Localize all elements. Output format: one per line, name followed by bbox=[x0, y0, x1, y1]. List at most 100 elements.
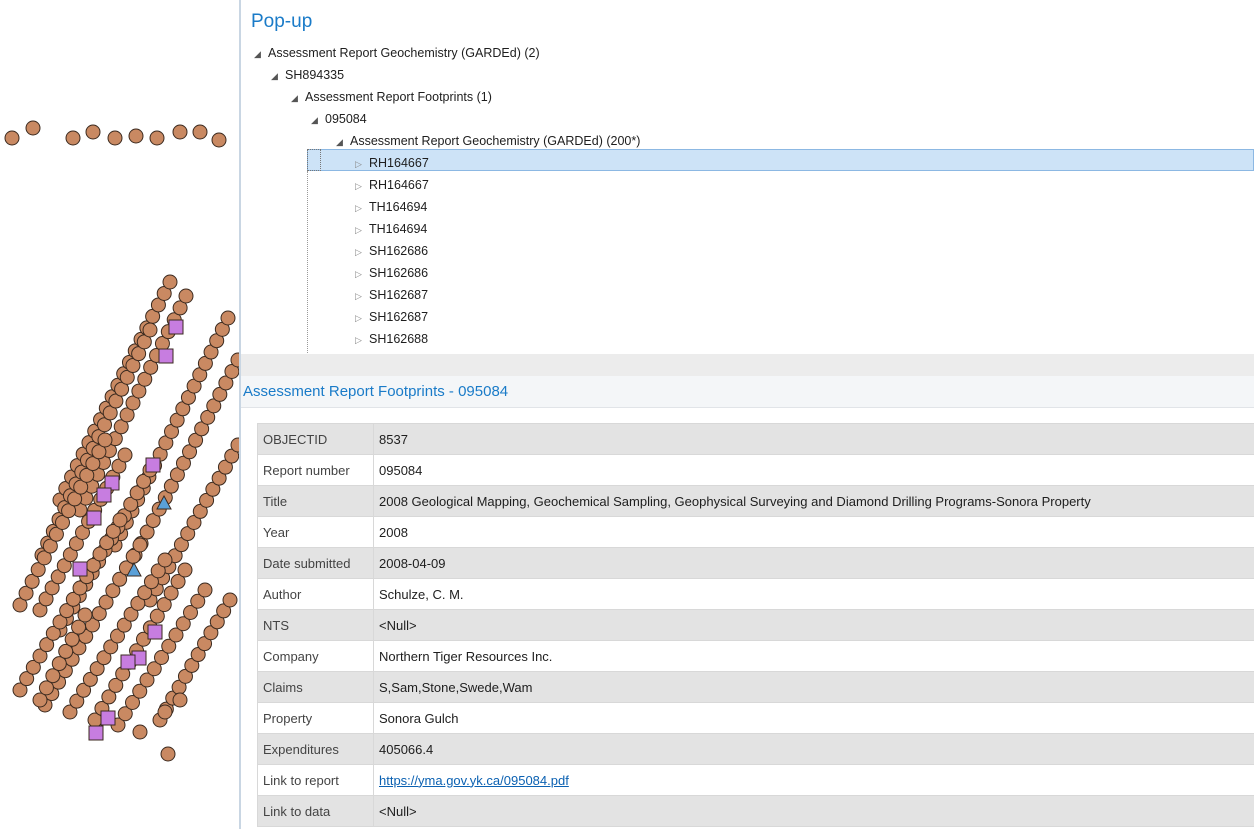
tree-node-label: SH162688 bbox=[369, 332, 429, 346]
sample-point-circle[interactable] bbox=[192, 124, 208, 140]
sample-point-circle[interactable] bbox=[157, 552, 173, 568]
tree-node-geochem-root[interactable]: ◢ Assessment Report Geochemistry (GARDEd)… bbox=[254, 42, 540, 64]
sample-point-circle[interactable] bbox=[128, 128, 144, 144]
expand-arrow-icon[interactable]: ◢ bbox=[311, 109, 325, 131]
sample-point-circle[interactable] bbox=[107, 130, 123, 146]
tree-node-sh894335[interactable]: ◢ SH894335 bbox=[271, 64, 344, 86]
sample-point-square[interactable] bbox=[86, 510, 102, 526]
attribute-table: OBJECTID 8537 Report number 095084 Title 20… bbox=[257, 423, 1254, 827]
selected-tree-row[interactable] bbox=[307, 149, 1254, 171]
sample-point-square[interactable] bbox=[100, 710, 116, 726]
sample-point-circle[interactable] bbox=[178, 288, 194, 304]
tree-node-footprints[interactable]: ◢ Assessment Report Footprints (1) bbox=[291, 86, 492, 108]
sample-point-circle[interactable] bbox=[117, 447, 133, 463]
expand-arrow-icon[interactable]: ◢ bbox=[336, 131, 350, 153]
tree-node-geochem-child[interactable]: ◢ Assessment Report Geochemistry (GARDEd)… bbox=[336, 130, 640, 152]
sample-point-circle[interactable] bbox=[4, 130, 20, 146]
sample-point-square[interactable] bbox=[145, 457, 161, 473]
tree-node-sample[interactable]: ▷ SH162687 bbox=[355, 306, 428, 328]
sample-point-square[interactable] bbox=[158, 348, 174, 364]
sample-point-square[interactable] bbox=[147, 624, 163, 640]
focus-box bbox=[307, 149, 321, 171]
sample-point-square[interactable] bbox=[120, 654, 136, 670]
sample-point-circle[interactable] bbox=[177, 562, 193, 578]
collapsed-arrow-icon[interactable]: ▷ bbox=[355, 329, 369, 351]
field-name: Author bbox=[257, 578, 374, 610]
collapsed-arrow-icon[interactable]: ▷ bbox=[355, 175, 369, 197]
sample-point-circle[interactable] bbox=[77, 607, 93, 623]
table-row: Link to report https://yma.gov.yk.ca/0950… bbox=[257, 764, 1254, 796]
tree-node-095084[interactable]: ◢ 095084 bbox=[311, 108, 367, 130]
tree-node-label: 095084 bbox=[325, 112, 367, 126]
sample-point-circle[interactable] bbox=[160, 746, 176, 762]
expand-arrow-icon[interactable]: ◢ bbox=[254, 43, 268, 65]
map-view[interactable] bbox=[0, 0, 239, 829]
tree-node-sample[interactable]: ▷ TH164694 bbox=[355, 196, 427, 218]
map-canvas[interactable] bbox=[0, 0, 239, 829]
detail-title: Assessment Report Footprints - 095084 bbox=[241, 376, 1254, 408]
sample-point-circle[interactable] bbox=[112, 512, 128, 528]
field-value: S,Sam,Stone,Swede,Wam bbox=[373, 671, 1254, 703]
tree-node-label: TH164694 bbox=[369, 222, 428, 236]
sample-point-circle[interactable] bbox=[211, 132, 227, 148]
tree-node-sample[interactable]: ▷ SH162686 bbox=[355, 262, 428, 284]
feature-tree: ◢ Assessment Report Geochemistry (GARDEd)… bbox=[241, 42, 1254, 395]
field-value: 2008-04-09 bbox=[373, 547, 1254, 579]
expand-arrow-icon[interactable]: ◢ bbox=[271, 65, 285, 87]
tree-node-label: Assessment Report Geochemistry (GARDEd) … bbox=[350, 134, 641, 148]
sample-point-circle[interactable] bbox=[65, 130, 81, 146]
tree-node-label: TH164694 bbox=[369, 200, 428, 214]
sample-point-circle[interactable] bbox=[25, 120, 41, 136]
table-row: Year 2008 bbox=[257, 516, 1254, 548]
table-row: OBJECTID 8537 bbox=[257, 423, 1254, 455]
sample-point-circle[interactable] bbox=[197, 582, 213, 598]
tree-node-sample[interactable]: ▷ SH162687 bbox=[355, 284, 428, 306]
sample-point-circle[interactable] bbox=[172, 124, 188, 140]
sample-point-square[interactable] bbox=[88, 725, 104, 741]
collapsed-arrow-icon[interactable]: ▷ bbox=[355, 241, 369, 263]
table-row: Claims S,Sam,Stone,Swede,Wam bbox=[257, 671, 1254, 703]
tree-node-sample[interactable]: ▷ SH162688 bbox=[355, 328, 428, 350]
sample-point-square[interactable] bbox=[168, 319, 184, 335]
field-name: NTS bbox=[257, 609, 374, 641]
tree-node-label: Assessment Report Footprints (1) bbox=[305, 90, 492, 104]
collapsed-arrow-icon[interactable]: ▷ bbox=[355, 197, 369, 219]
collapsed-arrow-icon[interactable]: ▷ bbox=[355, 307, 369, 329]
tree-node-sample[interactable]: ▷ SH162686 bbox=[355, 240, 428, 262]
field-value: Northern Tiger Resources Inc. bbox=[373, 640, 1254, 672]
expand-arrow-icon[interactable]: ◢ bbox=[291, 87, 305, 109]
sample-point-square[interactable] bbox=[96, 487, 112, 503]
sample-point-circle[interactable] bbox=[157, 704, 173, 720]
tree-node-label: Assessment Report Geochemistry (GARDEd) … bbox=[268, 46, 540, 60]
tree-node-label: SH162687 bbox=[369, 310, 429, 324]
tree-node-label: RH164667 bbox=[369, 178, 429, 192]
tree-node-sample[interactable]: ▷ RH164667 bbox=[355, 174, 429, 196]
popup-title: Pop-up bbox=[251, 11, 313, 32]
tree-node-sample[interactable]: ▷ TH164694 bbox=[355, 218, 427, 240]
sample-point-square[interactable] bbox=[72, 561, 88, 577]
sample-point-circle[interactable] bbox=[220, 310, 236, 326]
collapsed-arrow-icon[interactable]: ▷ bbox=[355, 263, 369, 285]
pane-splitter[interactable] bbox=[241, 354, 1254, 376]
sample-point-circle[interactable] bbox=[222, 592, 238, 608]
field-name: Year bbox=[257, 516, 374, 548]
sample-point-circle[interactable] bbox=[132, 724, 148, 740]
table-row: Date submitted 2008-04-09 bbox=[257, 547, 1254, 579]
sample-point-circle[interactable] bbox=[149, 130, 165, 146]
sample-point-circle[interactable] bbox=[85, 124, 101, 140]
sample-point-circle[interactable] bbox=[97, 432, 113, 448]
sample-point-circle[interactable] bbox=[172, 692, 188, 708]
collapsed-arrow-icon[interactable]: ▷ bbox=[355, 219, 369, 241]
report-link[interactable]: https://yma.gov.yk.ca/095084.pdf bbox=[379, 773, 569, 788]
sample-point-circle[interactable] bbox=[132, 537, 148, 553]
collapsed-arrow-icon[interactable]: ▷ bbox=[355, 285, 369, 307]
tree-node-label: SH162687 bbox=[369, 288, 429, 302]
field-name: OBJECTID bbox=[257, 423, 374, 455]
sample-point-circle[interactable] bbox=[162, 274, 178, 290]
tree-node-sample[interactable]: ▷ RH164667 bbox=[355, 152, 429, 174]
table-row: Report number 095084 bbox=[257, 454, 1254, 486]
collapsed-arrow-icon[interactable]: ▷ bbox=[355, 153, 369, 175]
field-name: Link to report bbox=[257, 764, 374, 796]
field-value: <Null> bbox=[373, 609, 1254, 641]
sample-point-circle[interactable] bbox=[142, 322, 158, 338]
